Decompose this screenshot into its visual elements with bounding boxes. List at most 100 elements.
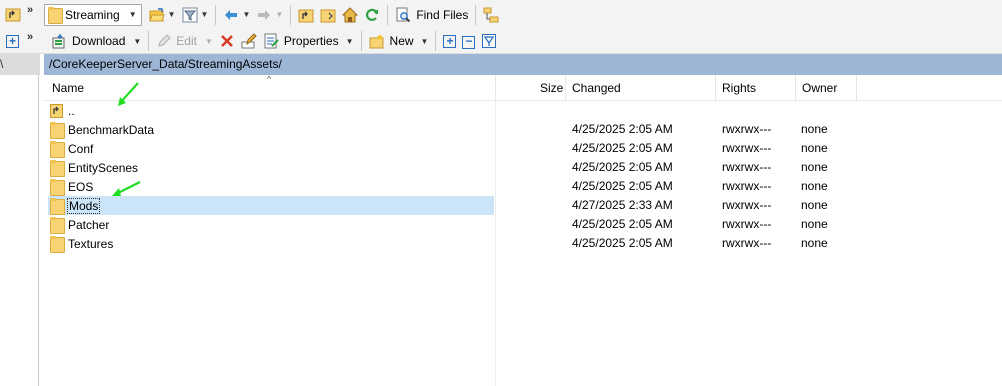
- file-name: Textures: [68, 236, 114, 251]
- open-directory-button[interactable]: ▼: [146, 4, 179, 26]
- owner-cell: none: [801, 122, 828, 136]
- properties-icon: [263, 33, 279, 49]
- name-cell: Textures: [50, 234, 113, 253]
- back-button[interactable]: ▼: [220, 4, 253, 26]
- download-icon: [51, 33, 67, 49]
- left-toolbar-1: »: [0, 0, 40, 29]
- toolbar-separator: [148, 31, 150, 51]
- toolbar-navigation: Streaming ▼ ▼ ▼ ▼ ▼ Find Files: [40, 0, 1002, 29]
- filter-icon: [182, 7, 198, 23]
- changed-cell: 4/27/2025 2:33 AM: [572, 198, 673, 212]
- toolbar-separator: [215, 4, 217, 25]
- delete-x-icon: [219, 33, 235, 49]
- chevron-down-icon[interactable]: ▼: [205, 37, 213, 46]
- path-bar[interactable]: /CoreKeeperServer_Data/StreamingAssets/: [44, 54, 1002, 75]
- owner-cell: none: [801, 198, 828, 212]
- filter-button[interactable]: ▼: [179, 4, 212, 26]
- pencil-icon: [156, 33, 172, 49]
- column-header-size[interactable]: Size: [540, 75, 563, 101]
- root-folder-icon: [320, 7, 336, 23]
- name-cell: ..: [50, 101, 75, 120]
- minus-box-icon: −: [462, 34, 476, 49]
- tree-view-button[interactable]: [480, 4, 502, 26]
- properties-button[interactable]: Properties ▼: [260, 30, 357, 52]
- column-header-rights[interactable]: Rights: [722, 75, 756, 101]
- rights-cell: rwxrwx---: [722, 160, 772, 174]
- location-combo[interactable]: Streaming ▼: [44, 3, 142, 26]
- chevron-down-icon[interactable]: ▼: [346, 37, 354, 46]
- chevron-down-icon[interactable]: ▼: [201, 10, 209, 19]
- list-item-parent[interactable]: ..: [44, 101, 1002, 120]
- file-name: Patcher: [68, 217, 110, 232]
- rights-cell: rwxrwx---: [722, 141, 772, 155]
- new-button[interactable]: New ▼: [366, 30, 432, 52]
- chevron-down-icon[interactable]: ▼: [129, 10, 137, 19]
- edit-button[interactable]: Edit ▼: [153, 30, 216, 52]
- folder-icon: [50, 179, 65, 196]
- refresh-icon: [364, 7, 380, 23]
- toolbar-separator: [387, 4, 389, 25]
- column-header-changed[interactable]: Changed: [572, 75, 621, 101]
- list-item[interactable]: Patcher 4/25/2025 2:05 AM rwxrwx--- none: [44, 215, 1002, 234]
- left-toolbar-2: + »: [0, 29, 40, 54]
- column-header-name[interactable]: Name: [52, 75, 84, 101]
- list-item[interactable]: EOS 4/25/2025 2:05 AM rwxrwx--- none: [44, 177, 1002, 196]
- find-files-button[interactable]: Find Files: [392, 4, 471, 26]
- panel-splitter[interactable]: [38, 75, 39, 386]
- parent-dir-icon[interactable]: [5, 6, 21, 22]
- unselect-files-button[interactable]: −: [459, 30, 478, 52]
- name-cell: Conf: [50, 139, 93, 158]
- folder-icon: [48, 7, 63, 24]
- column-divider[interactable]: [856, 75, 857, 101]
- home-icon: [342, 6, 359, 23]
- overflow-chevron-icon[interactable]: »: [27, 4, 33, 16]
- list-item[interactable]: Textures 4/25/2025 2:05 AM rwxrwx--- none: [44, 234, 1002, 253]
- add-icon[interactable]: +: [6, 34, 19, 48]
- find-files-icon: [395, 7, 411, 23]
- column-divider[interactable]: [495, 75, 496, 101]
- owner-cell: none: [801, 236, 828, 250]
- plus-box-icon: +: [443, 34, 457, 48]
- properties-label: Properties: [283, 34, 339, 48]
- list-item[interactable]: Mods 4/27/2025 2:33 AM rwxrwx--- none: [44, 196, 1002, 215]
- chevron-down-icon[interactable]: ▼: [242, 10, 250, 19]
- chevron-down-icon[interactable]: ▼: [168, 10, 176, 19]
- parent-directory-button[interactable]: [295, 4, 317, 26]
- parent-dir-icon: [50, 103, 63, 119]
- refresh-button[interactable]: [361, 4, 383, 26]
- folder-icon: [50, 198, 65, 215]
- folder-icon: [50, 217, 65, 234]
- file-name: EntityScenes: [68, 160, 139, 175]
- rename-button[interactable]: [238, 30, 260, 52]
- forward-button[interactable]: ▼: [253, 4, 286, 26]
- folder-icon: [50, 122, 65, 139]
- folder-icon: [50, 236, 65, 253]
- chevron-down-icon[interactable]: ▼: [421, 37, 429, 46]
- column-divider[interactable]: [795, 75, 796, 101]
- select-files-button[interactable]: +: [440, 30, 459, 52]
- rights-cell: rwxrwx---: [722, 179, 772, 193]
- root-directory-button[interactable]: [317, 4, 339, 26]
- file-name: BenchmarkData: [68, 122, 155, 137]
- list-item[interactable]: Conf 4/25/2025 2:05 AM rwxrwx--- none: [44, 139, 1002, 158]
- annotation-arrow-icon: [112, 181, 141, 196]
- list-item[interactable]: BenchmarkData 4/25/2025 2:05 AM rwxrwx--- n…: [44, 120, 1002, 139]
- rename-icon: [241, 33, 257, 49]
- list-item[interactable]: EntityScenes 4/25/2025 2:05 AM rwxrwx--- no…: [44, 158, 1002, 177]
- filter-selection-button[interactable]: [478, 30, 500, 52]
- overflow-chevron-icon[interactable]: »: [27, 31, 33, 43]
- name-cell: Patcher: [50, 215, 109, 234]
- changed-cell: 4/25/2025 2:05 AM: [572, 160, 673, 174]
- changed-cell: 4/25/2025 2:05 AM: [572, 122, 673, 136]
- file-name: ..: [68, 103, 75, 118]
- column-header-owner[interactable]: Owner: [802, 75, 837, 101]
- toolbar-file-operations: Download ▼ Edit ▼ Properties ▼ New ▼ + −: [40, 29, 1002, 54]
- download-button[interactable]: Download ▼: [48, 30, 144, 52]
- column-divider[interactable]: [565, 75, 566, 101]
- delete-button[interactable]: [216, 30, 238, 52]
- rights-cell: rwxrwx---: [722, 198, 772, 212]
- chevron-down-icon[interactable]: ▼: [275, 10, 283, 19]
- chevron-down-icon[interactable]: ▼: [133, 37, 141, 46]
- home-directory-button[interactable]: [339, 4, 361, 26]
- column-divider[interactable]: [715, 75, 716, 101]
